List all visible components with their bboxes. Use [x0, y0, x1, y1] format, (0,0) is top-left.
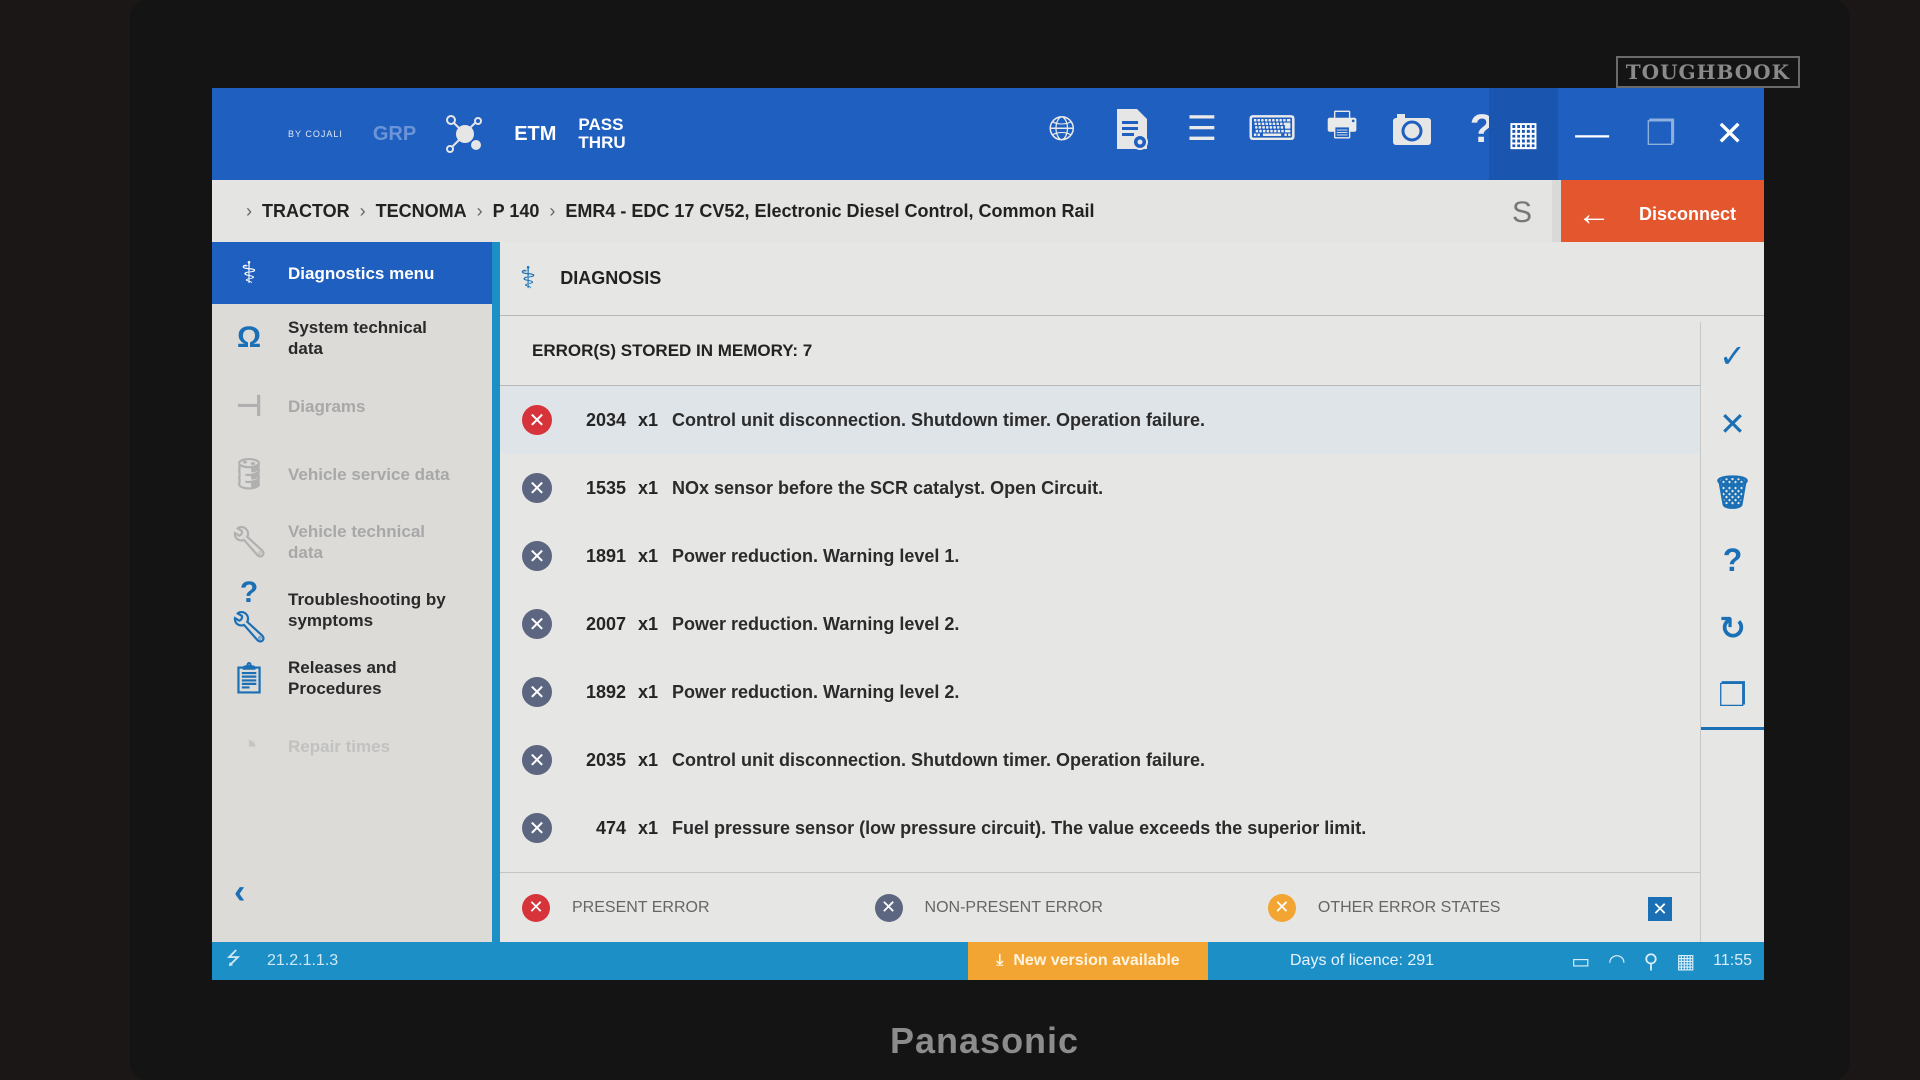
sidebar-item-diagnostics-menu[interactable]: ⚕ Diagnostics menu — [212, 242, 492, 304]
download-icon: ⤓ — [996, 952, 1004, 969]
keyboard-icon[interactable]: ⌨ — [1247, 106, 1296, 152]
non-present-error-icon: ✕ — [522, 813, 552, 843]
error-list: ✕ 2034 x1 Control unit disconnection. Sh… — [500, 386, 1700, 862]
restore-button[interactable]: ❐ — [1627, 88, 1696, 180]
sidebar-item-releases-procedures[interactable]: 📋︎ Releases and Procedures — [212, 644, 492, 712]
document-view-icon[interactable] — [1112, 106, 1152, 152]
error-row[interactable]: ✕ 2007 x1 Power reduction. Warning level… — [500, 590, 1700, 658]
error-row[interactable]: ✕ 1535 x1 NOx sensor before the SCR cata… — [500, 454, 1700, 522]
session-record-icon[interactable]: S — [1512, 196, 1556, 230]
legend-non-present: ✕ NON-PRESENT ERROR — [874, 893, 1103, 922]
sidebar-item-system-technical-data[interactable]: Ω System technical data — [212, 304, 492, 372]
wifi-icon: ◠ — [1608, 950, 1626, 973]
clock-time: 11:55 — [1713, 952, 1752, 969]
non-present-error-icon: ✕ — [522, 541, 552, 571]
tool-icon-group: 🌐︎ ☰ ⌨ 🖶 ? — [1042, 106, 1502, 152]
toughbook-logo: TOUGHBOOK — [1615, 56, 1800, 88]
sidebar-item-repair-times: ◔ Repair times — [212, 712, 492, 780]
minimize-button[interactable]: — — [1558, 88, 1627, 180]
sidebar-item-diagrams: ⊣ Diagrams — [212, 372, 492, 440]
breadcrumb-item[interactable]: EMR4 - EDC 17 CV52, Electronic Diesel Co… — [565, 201, 1094, 222]
error-row[interactable]: ✕ 1892 x1 Power reduction. Warning level… — [500, 658, 1700, 726]
collapse-sidebar-icon[interactable]: ‹ — [234, 873, 245, 912]
breadcrumb: › TRACTOR › TECNOMA › P 140 › EMR4 - EDC… — [212, 180, 1552, 242]
window-controls: ▦ — ❐ ✕ — [1489, 88, 1764, 180]
releases-icon: 📋︎ — [229, 661, 269, 695]
error-row[interactable]: ✕ 474 x1 Fuel pressure sensor (low press… — [500, 794, 1700, 862]
error-legend: ✕ PRESENT ERROR ✕ NON-PRESENT ERROR ✕ OT… — [500, 872, 1700, 942]
legend-present: ✕ PRESENT ERROR — [522, 893, 710, 922]
sidebar-item-vehicle-technical-data: 🔧︎ Vehicle technical data — [229, 522, 426, 562]
close-legend-icon[interactable]: ✕ — [1648, 897, 1672, 921]
usb-icon: ⭍ — [226, 948, 241, 968]
battery-icon: ▭ — [1571, 950, 1591, 973]
status-icons: ▭ ◠ ⚲ ▦ 11:55 — [1571, 949, 1752, 974]
new-version-button[interactable]: ⤓ New version available — [968, 942, 1208, 980]
sidebar-item-troubleshooting[interactable]: ?🔧︎ Troubleshooting by symptoms — [212, 576, 492, 644]
breadcrumb-item[interactable]: P 140 — [493, 201, 540, 222]
apps-grid-icon[interactable]: ▦ — [1489, 88, 1558, 180]
trash-icon[interactable]: 🗑︎ — [1701, 458, 1764, 526]
status-bar: ⭍ 21.2.1.1.3 ⤓ New version available Day… — [212, 942, 1764, 980]
nav-pass-thru[interactable]: PASS THRU — [578, 116, 625, 152]
error-count: ERROR(S) STORED IN MEMORY: 7 — [500, 316, 1700, 386]
error-row[interactable]: ✕ 2034 x1 Control unit disconnection. Sh… — [500, 386, 1700, 454]
sidebar-item-vehicle-service-data: 🛢︎ Vehicle service data — [229, 457, 450, 491]
present-error-icon: ✕ — [522, 405, 552, 435]
nav-grp[interactable]: GRP — [373, 123, 416, 146]
oil-can-icon: 🛢︎ — [229, 457, 269, 491]
panel-header: ⚕ DIAGNOSIS — [500, 242, 1764, 316]
calendar-icon[interactable]: ▦ — [1676, 949, 1695, 974]
legend-other: ✕ OTHER ERROR STATES — [1267, 893, 1500, 922]
refresh-icon[interactable]: ↻ — [1701, 594, 1764, 662]
breadcrumb-item[interactable]: TRACTOR — [262, 201, 350, 222]
diagram-icon: ⊣ — [235, 389, 263, 423]
nav-etm[interactable]: ETM — [514, 123, 556, 146]
diagnosis-panel: ⚕ DIAGNOSIS ERROR(S) STORED IN MEMORY: 7… — [500, 242, 1764, 942]
close-button[interactable]: ✕ — [1695, 88, 1764, 180]
licence-days: Days of licence: 291 — [1290, 952, 1435, 969]
panel-divider — [492, 242, 500, 942]
non-present-error-icon: ✕ — [874, 893, 903, 922]
other-error-icon: ✕ — [1267, 893, 1296, 922]
sidebar: ⚕ Diagnostics menu Ω System technical da… — [212, 242, 492, 942]
present-error-icon: ✕ — [522, 893, 550, 922]
connection-hub-icon[interactable] — [442, 111, 488, 157]
globe-icon[interactable]: 🌐︎ — [1042, 106, 1082, 152]
error-row[interactable]: ✕ 1891 x1 Power reduction. Warning level… — [500, 522, 1700, 590]
printer-icon[interactable]: 🖶 — [1322, 106, 1362, 152]
app-screen: ●jaltest BY COJALI GRP ETM PASS THRU 🌐︎ — [212, 88, 1764, 980]
non-present-error-icon: ✕ — [522, 677, 552, 707]
breadcrumb-item[interactable]: TECNOMA — [376, 201, 467, 222]
top-toolbar: ●jaltest BY COJALI GRP ETM PASS THRU 🌐︎ — [212, 88, 1764, 942]
version-label: 21.2.1.1.3 — [267, 952, 339, 969]
check-icon[interactable]: ✓ — [1701, 322, 1764, 390]
non-present-error-icon: ✕ — [522, 473, 552, 503]
omega-icon: Ω — [236, 321, 262, 354]
stethoscope-icon: ⚕ — [240, 256, 258, 290]
wrench-icon: 🔧︎ — [229, 525, 269, 559]
camera-icon[interactable] — [1392, 106, 1432, 152]
stethoscope-icon: ⚕ — [520, 262, 537, 295]
error-row[interactable]: ✕ 2035 x1 Control unit disconnection. Sh… — [500, 726, 1700, 794]
search-icon[interactable]: ⚲ — [1644, 949, 1659, 974]
copy-report-icon[interactable]: ❐ — [1701, 662, 1764, 730]
list-icon[interactable]: ☰ — [1182, 106, 1222, 152]
non-present-error-icon: ✕ — [522, 609, 552, 639]
non-present-error-icon: ✕ — [522, 745, 552, 775]
clock-icon: ◔ — [239, 729, 259, 762]
clear-errors-icon[interactable]: ✕ — [1701, 390, 1764, 458]
panasonic-logo: Panasonic — [890, 1020, 1080, 1061]
error-help-icon[interactable]: ? — [1701, 526, 1764, 594]
jaltest-logo: ●jaltest BY COJALI — [228, 129, 1764, 942]
troubleshooting-icon: ?🔧︎ — [229, 575, 269, 644]
arrow-left-icon: ← — [1577, 194, 1611, 233]
action-bar: ✓ ✕ 🗑︎ ? ↻ ❐ — [1700, 322, 1764, 942]
page-title: DIAGNOSIS — [560, 268, 662, 288]
disconnect-button[interactable]: ← Disconnect — [1561, 180, 1764, 248]
